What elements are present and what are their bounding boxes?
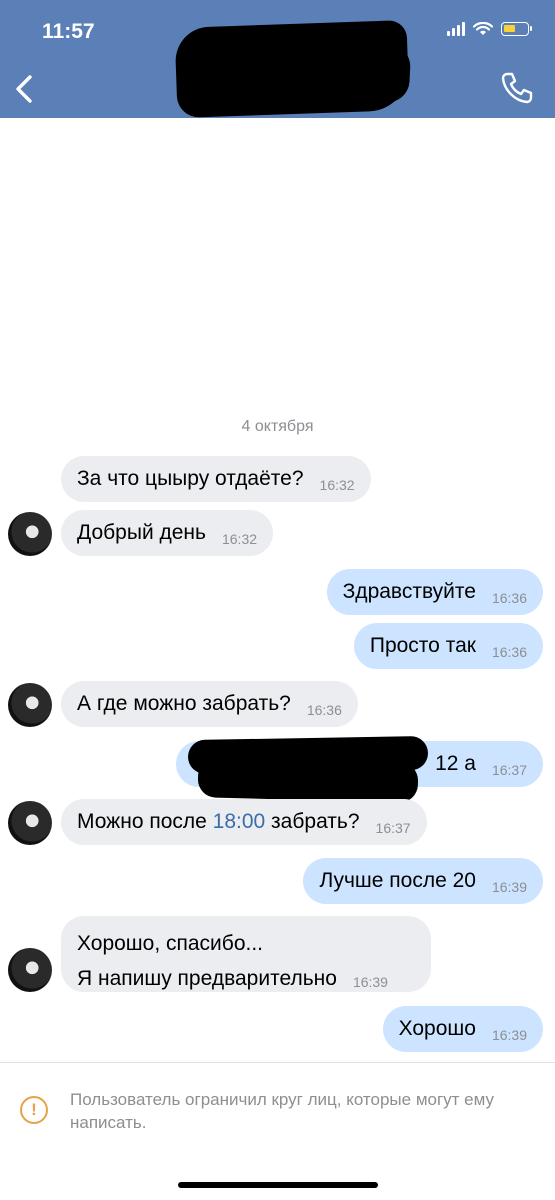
message-line-1: Хорошо, спасибо...: [77, 932, 263, 955]
avatar[interactable]: [8, 948, 52, 992]
outgoing-message[interactable]: Здравствуйте 16:36: [326, 569, 543, 615]
message-time: 16:36: [306, 702, 342, 718]
message-time: 16:39: [491, 1027, 527, 1043]
incoming-message[interactable]: Хорошо, спасибо... Я напишу предваритель…: [61, 916, 431, 992]
message-text: Просто так: [369, 634, 476, 657]
message-time: 16:32: [319, 477, 355, 493]
chat-screen: 11:57 4 октября За что цыыру отдаёте? 16…: [0, 0, 555, 1200]
exclamation-circle-icon: !: [20, 1096, 48, 1124]
battery-icon: [501, 22, 532, 36]
phone-icon: [501, 72, 533, 104]
message-text: 12 а: [435, 752, 476, 775]
outgoing-message[interactable]: Хорошо 16:39: [382, 1006, 543, 1052]
message-line-2: Я напишу предварительно: [77, 967, 337, 990]
avatar[interactable]: [8, 512, 52, 556]
status-icons: [447, 22, 532, 36]
message-text-before: Можно после: [77, 810, 213, 833]
avatar[interactable]: [8, 801, 52, 845]
message-text: Можно после 18:00 забрать?: [77, 810, 360, 834]
date-separator: 4 октября: [241, 418, 314, 435]
redacted-contact-name-overlay: [198, 34, 412, 104]
incoming-message[interactable]: А где можно забрать? 16:36: [61, 681, 358, 727]
message-line-2-row: Я напишу предварительно 16:39: [77, 959, 388, 998]
message-text: Здравствуйте: [342, 580, 476, 603]
message-text: За что цыыру отдаёте?: [77, 467, 304, 490]
message-time: 16:39: [491, 879, 527, 895]
message-time: 16:32: [221, 531, 258, 547]
message-text: Добрый день: [77, 521, 206, 544]
back-button[interactable]: [8, 68, 44, 112]
incoming-message[interactable]: Можно после 18:00 забрать? 16:37: [61, 799, 427, 845]
call-button[interactable]: [499, 70, 535, 106]
chevron-left-icon: [16, 75, 32, 103]
chat-header: 11:57: [0, 0, 555, 119]
signal-icon: [447, 22, 465, 36]
outgoing-message[interactable]: Лучше после 20 16:39: [303, 858, 543, 904]
footer-divider: [0, 1062, 555, 1063]
message-text: Лучше после 20: [319, 869, 476, 892]
home-indicator[interactable]: [178, 1182, 378, 1188]
message-text: А где можно забрать?: [77, 692, 291, 715]
status-time: 11:57: [42, 20, 95, 43]
message-time: 16:36: [491, 644, 527, 660]
restriction-notice: Пользователь ограничил круг лиц, которые…: [70, 1090, 495, 1132]
outgoing-message[interactable]: Просто так 16:36: [353, 623, 543, 669]
time-link[interactable]: 18:00: [213, 810, 266, 833]
message-time: 16:36: [491, 590, 527, 606]
message-time: 16:37: [375, 820, 411, 836]
message-text-after: забрать?: [265, 810, 360, 833]
incoming-message[interactable]: За что цыыру отдаёте? 16:32: [61, 456, 371, 502]
redacted-address-overlay: [197, 757, 419, 803]
wifi-icon: [473, 22, 493, 35]
message-time: 16:39: [352, 974, 388, 990]
avatar[interactable]: [8, 683, 52, 727]
incoming-message[interactable]: Добрый день 16:32: [61, 510, 274, 556]
message-time: 16:37: [491, 762, 527, 778]
message-text: Хорошо: [398, 1017, 476, 1040]
